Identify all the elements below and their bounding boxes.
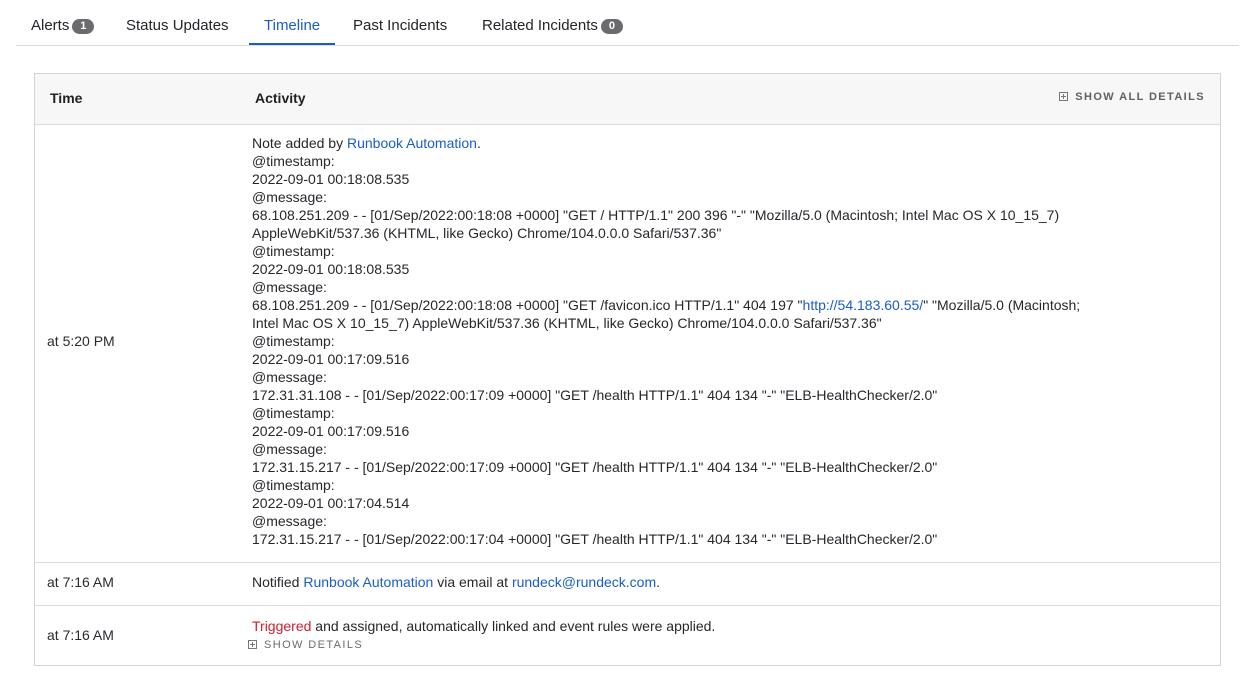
- alerts-count-badge: 1: [72, 19, 95, 34]
- show-all-details-label: SHOW ALL DETAILS: [1075, 91, 1205, 103]
- log-line: @message:: [252, 441, 327, 457]
- show-details-button[interactable]: SHOW DETAILS: [248, 636, 1142, 654]
- timeline-table: Time Activity SHOW ALL DETAILS at 5:20 P…: [34, 73, 1221, 666]
- tab-timeline[interactable]: Timeline: [249, 0, 336, 45]
- log-line: @timestamp:: [252, 477, 335, 493]
- log-line: 172.31.15.217 - - [01/Sep/2022:00:17:04 …: [252, 531, 938, 547]
- notified-middle: via email at: [433, 574, 512, 590]
- show-details-label: SHOW DETAILS: [264, 639, 364, 651]
- log-line: 2022-09-01 00:17:09.516: [252, 423, 410, 439]
- log-line: @message:: [252, 189, 327, 205]
- log-line: 2022-09-01 00:17:04.514: [252, 495, 410, 511]
- log-line: 172.31.15.217 - - [01/Sep/2022:00:17:09 …: [252, 459, 938, 475]
- log-line: @message:: [252, 513, 327, 529]
- expand-plus-icon: [248, 640, 257, 649]
- triggered-activity: Triggered and assigned, automatically li…: [248, 617, 1142, 654]
- timeline-row-triggered: at 7:16 AM Triggered and assigned, autom…: [35, 605, 1220, 665]
- email-link[interactable]: rundeck@rundeck.com: [512, 574, 656, 590]
- activity-column-header: Activity: [255, 90, 306, 106]
- tab-past-incidents[interactable]: Past Incidents: [338, 0, 462, 45]
- log-line: @timestamp:: [252, 153, 335, 169]
- time-column-header: Time: [50, 90, 83, 106]
- tab-status-updates-label: Status Updates: [126, 17, 229, 34]
- table-header: Time Activity SHOW ALL DETAILS: [35, 74, 1220, 125]
- log-line-favicon: 68.108.251.209 - - [01/Sep/2022:00:18:08…: [252, 296, 1142, 314]
- favicon-request-text: 68.108.251.209 - - [01/Sep/2022:00:18:08…: [252, 297, 803, 313]
- tab-related-incidents-label: Related Incidents: [482, 17, 598, 34]
- log-line: 68.108.251.209 - - [01/Sep/2022:00:18:08…: [252, 207, 1060, 223]
- expand-plus-icon: [1059, 92, 1069, 101]
- notified-actor-link[interactable]: Runbook Automation: [303, 574, 433, 590]
- tab-alerts[interactable]: Alerts 1: [16, 0, 109, 45]
- referrer-link[interactable]: http://54.183.60.55/: [803, 297, 924, 313]
- log-line: @timestamp:: [252, 405, 335, 421]
- notified-activity: Notified Runbook Automation via email at…: [252, 573, 1142, 591]
- row-time: at 7:16 AM: [47, 574, 114, 590]
- log-line: 172.31.31.108 - - [01/Sep/2022:00:17:09 …: [252, 387, 938, 403]
- row-time: at 7:16 AM: [47, 627, 114, 643]
- tab-past-incidents-label: Past Incidents: [353, 17, 448, 34]
- timeline-row-note: at 5:20 PM Note added by Runbook Automat…: [35, 124, 1220, 563]
- log-line: @timestamp:: [252, 243, 335, 259]
- log-line: @timestamp:: [252, 333, 335, 349]
- log-line: 2022-09-01 00:18:08.535: [252, 261, 410, 277]
- row-time: at 5:20 PM: [47, 333, 115, 349]
- triggered-description: and assigned, automatically linked and e…: [311, 618, 716, 634]
- note-header: Note added by Runbook Automation.: [252, 134, 1142, 152]
- notified-suffix: .: [656, 574, 660, 590]
- tab-status-updates[interactable]: Status Updates: [111, 0, 244, 45]
- log-line: Intel Mac OS X 10_15_7) AppleWebKit/537.…: [252, 315, 882, 331]
- show-all-details-button[interactable]: SHOW ALL DETAILS: [1059, 91, 1205, 103]
- log-line: AppleWebKit/537.36 (KHTML, like Gecko) C…: [252, 225, 722, 241]
- notified-line: Notified Runbook Automation via email at…: [252, 573, 1142, 591]
- triggered-line: Triggered and assigned, automatically li…: [252, 617, 1142, 635]
- timeline-row-notified: at 7:16 AM Notified Runbook Automation v…: [35, 562, 1220, 606]
- note-activity: Note added by Runbook Automation. @times…: [252, 134, 1142, 548]
- log-line: 2022-09-01 00:17:09.516: [252, 351, 410, 367]
- log-line: @message:: [252, 279, 327, 295]
- note-prefix: Note added by: [252, 135, 347, 151]
- favicon-agent-text: " "Mozilla/5.0 (Macintosh;: [923, 297, 1081, 313]
- notified-prefix: Notified: [252, 574, 304, 590]
- incident-tabs: Alerts 1 Status Updates Timeline Past Inc…: [16, 0, 1239, 46]
- tab-related-incidents[interactable]: Related Incidents 0: [467, 0, 638, 45]
- tab-timeline-label: Timeline: [264, 17, 321, 34]
- note-suffix: .: [476, 135, 481, 151]
- tab-alerts-label: Alerts: [31, 17, 70, 34]
- triggered-label: Triggered: [252, 618, 312, 634]
- note-author-link[interactable]: Runbook Automation: [347, 135, 477, 151]
- log-line: @message:: [252, 369, 327, 385]
- related-incidents-count-badge: 0: [600, 19, 623, 34]
- log-line: 2022-09-01 00:18:08.535: [252, 171, 410, 187]
